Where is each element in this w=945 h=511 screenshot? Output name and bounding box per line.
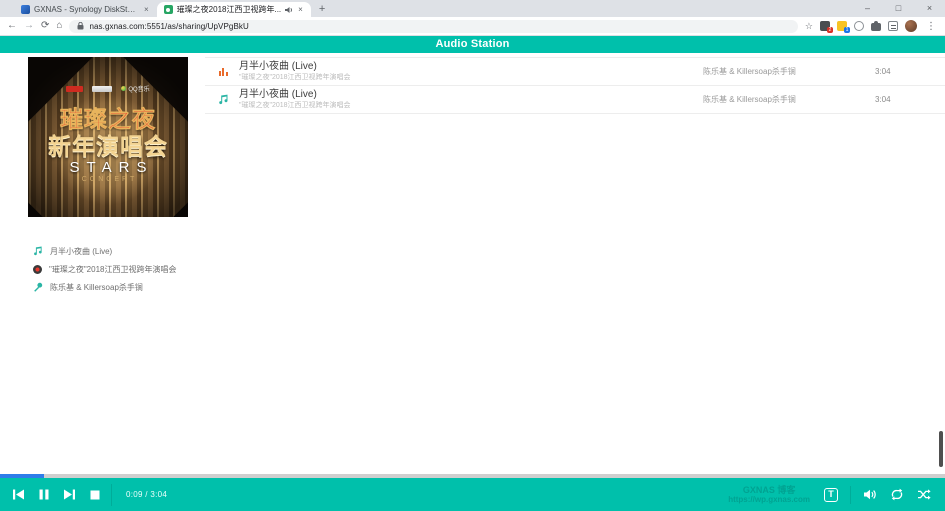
previous-button[interactable]: [12, 488, 25, 501]
tab-close-icon[interactable]: ×: [143, 5, 150, 14]
extensions-puzzle-icon[interactable]: [871, 21, 881, 31]
track-list: 月半小夜曲 (Live) "璀璨之夜"2018江西卫视跨年演唱会 陈乐基 & K…: [205, 57, 945, 114]
track-row[interactable]: 月半小夜曲 (Live) "璀璨之夜"2018江西卫视跨年演唱会 陈乐基 & K…: [205, 58, 945, 86]
synology-favicon-icon: [21, 5, 30, 14]
lyrics-button[interactable]: T: [824, 487, 838, 502]
now-playing-artist-row: 陈乐基 & Killersoap杀手锏: [33, 278, 176, 296]
now-playing-album: "璀璨之夜"2018江西卫视跨年演唱会: [49, 264, 177, 274]
reload-button[interactable]: ⟳: [41, 21, 49, 31]
album-art-concert-text: CONCERT: [81, 176, 138, 183]
pause-button[interactable]: [38, 488, 50, 501]
audio-station-favicon-icon: [163, 5, 173, 14]
player-bar: 0:09 / 3:04 GXNAS 博客 https://wp.gxnas.co…: [0, 474, 945, 511]
track-title: 月半小夜曲 (Live): [239, 89, 317, 100]
microphone-icon: [34, 282, 43, 292]
tab-audio-playing-icon[interactable]: [285, 6, 293, 14]
repeat-icon[interactable]: [890, 488, 904, 501]
stop-button[interactable]: [89, 489, 101, 501]
watermark: GXNAS 博客 https://wp.gxnas.com: [728, 485, 810, 505]
home-button[interactable]: ⌂: [56, 21, 62, 31]
main-content: QQ音乐 璀璨之夜 新年演唱会 STARS CONCERT 月半小夜曲 (Liv…: [0, 53, 945, 474]
tv-station-logo: [66, 85, 84, 92]
next-button[interactable]: [63, 488, 76, 501]
track-artist: 陈乐基 & Killersoap杀手锏: [703, 67, 796, 76]
divider: [850, 485, 851, 504]
volume-icon[interactable]: [863, 488, 877, 501]
new-tab-button[interactable]: +: [319, 3, 325, 17]
window-controls: – □ ×: [852, 0, 945, 17]
progress-fill: [0, 474, 45, 478]
minimize-button[interactable]: –: [852, 0, 883, 17]
extension-adblock-icon[interactable]: 2: [820, 21, 833, 33]
now-playing-title-row: 月半小夜曲 (Live): [33, 242, 176, 260]
now-playing-album-row: "璀璨之夜"2018江西卫视跨年演唱会: [33, 260, 176, 278]
album-disc-icon: [33, 264, 42, 274]
bookmark-star-icon[interactable]: ☆: [805, 21, 813, 32]
watermark-title: GXNAS 博客: [742, 484, 796, 495]
playback-controls: [0, 483, 112, 506]
now-playing-equalizer-icon: [211, 67, 235, 76]
scrollbar-thumb[interactable]: [939, 431, 943, 467]
extension-list-icon[interactable]: [888, 21, 898, 31]
player-right-icons: [863, 488, 931, 501]
extension-badge: 2: [827, 27, 833, 33]
seek-bar[interactable]: [0, 474, 945, 478]
browser-toolbar: ← → ⟳ ⌂ nas.gxnas.com:5551/as/sharing/Up…: [0, 17, 945, 36]
track-album: "璀璨之夜"2018江西卫视跨年演唱会: [239, 74, 351, 81]
track-title: 月半小夜曲 (Live): [239, 61, 317, 72]
music-note-icon: [34, 246, 42, 256]
maximize-button[interactable]: □: [883, 0, 914, 17]
shuffle-icon[interactable]: [917, 488, 931, 501]
extension-circle-icon[interactable]: [854, 21, 864, 31]
track-artist: 陈乐基 & Killersoap杀手锏: [703, 95, 796, 104]
track-row[interactable]: 月半小夜曲 (Live) "璀璨之夜"2018江西卫视跨年演唱会 陈乐基 & K…: [205, 86, 945, 114]
back-button[interactable]: ←: [7, 21, 17, 31]
close-window-button[interactable]: ×: [914, 0, 945, 17]
track-album: "璀璨之夜"2018江西卫视跨年演唱会: [239, 102, 351, 109]
album-art-stars-text: STARS: [69, 159, 154, 176]
music-note-icon: [211, 94, 235, 105]
track-duration: 3:04: [875, 67, 891, 76]
tab-diskstation[interactable]: GXNAS - Synology DiskStation ×: [14, 2, 157, 17]
now-playing-title: 月半小夜曲 (Live): [50, 246, 113, 256]
forward-button[interactable]: →: [24, 21, 34, 31]
album-art-subtitle: 新年演唱会: [48, 133, 168, 159]
lock-icon[interactable]: [77, 22, 84, 30]
browser-menu-icon[interactable]: ⋮: [924, 21, 938, 32]
profile-avatar[interactable]: [905, 20, 917, 32]
qq-music-logo: QQ音乐: [121, 84, 150, 93]
now-playing-artist: 陈乐基 & Killersoap杀手锏: [50, 282, 143, 292]
track-duration: 3:04: [875, 95, 891, 104]
playback-time: 0:09 / 3:04: [126, 490, 168, 499]
album-art: QQ音乐 璀璨之夜 新年演唱会 STARS CONCERT: [28, 57, 188, 217]
watermark-url: https://wp.gxnas.com: [728, 494, 810, 504]
album-art-logos: QQ音乐: [28, 84, 188, 93]
tab-title: 璀璨之夜2018江西卫视跨年...: [176, 5, 282, 14]
tab-title: GXNAS - Synology DiskStation: [34, 5, 139, 14]
page-title: Audio Station: [0, 36, 945, 53]
sponsor-logo: [92, 85, 113, 92]
extension-download-icon[interactable]: 1: [837, 21, 850, 33]
tab-audio-station[interactable]: 璀璨之夜2018江西卫视跨年... ×: [156, 2, 311, 17]
tab-strip: GXNAS - Synology DiskStation × 璀璨之夜2018江…: [0, 0, 945, 17]
extension-badge: 1: [844, 27, 850, 33]
address-bar[interactable]: nas.gxnas.com:5551/as/sharing/UpVPgBkU: [69, 19, 798, 33]
now-playing-info: 月半小夜曲 (Live) "璀璨之夜"2018江西卫视跨年演唱会 陈乐基 & K…: [33, 242, 176, 296]
extensions-area: 2 1 ⋮: [820, 20, 938, 33]
tab-close-icon[interactable]: ×: [297, 5, 304, 14]
url-text: nas.gxnas.com:5551/as/sharing/UpVPgBkU: [89, 21, 249, 31]
